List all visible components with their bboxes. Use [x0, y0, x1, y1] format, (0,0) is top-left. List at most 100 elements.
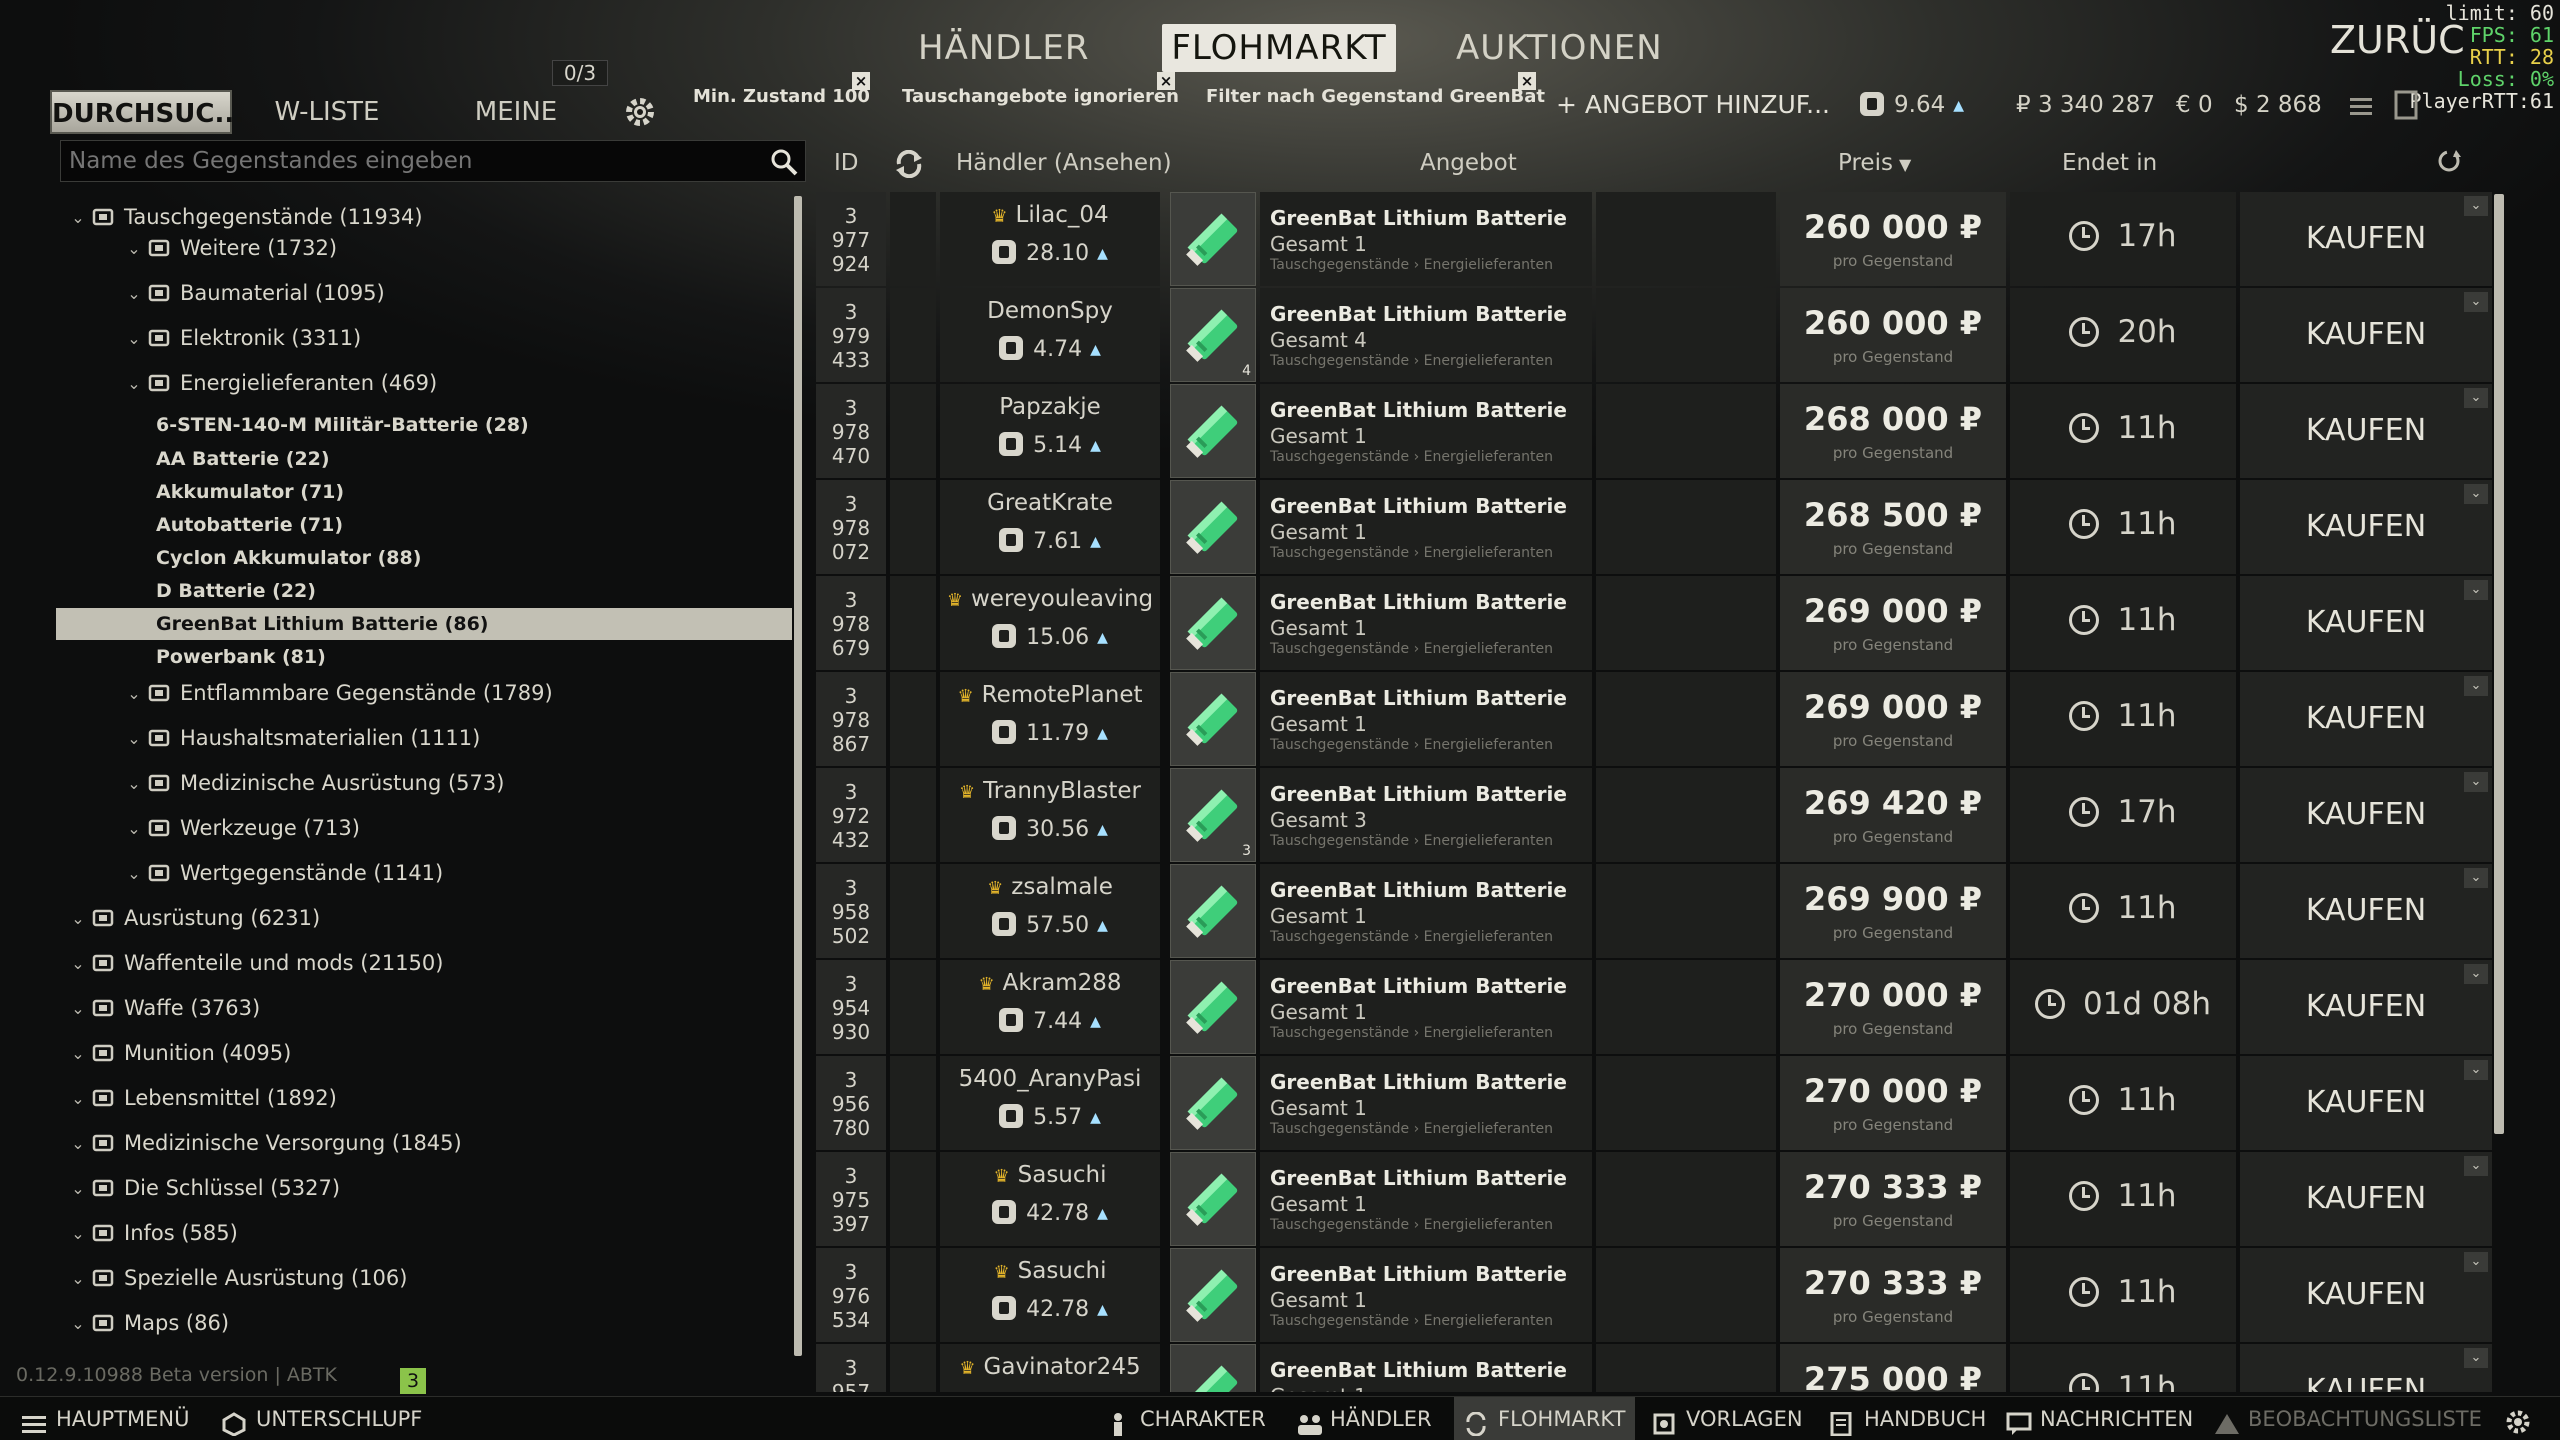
offer-item-name[interactable]: GreenBat Lithium Batterie: [1270, 1262, 1567, 1286]
filter-remove-close-icon[interactable]: ×: [1157, 72, 1175, 90]
nav-watchlist[interactable]: BEOBACHTUNGSLISTE: [2214, 1397, 2482, 1440]
auto-refresh-icon[interactable]: [2436, 148, 2462, 178]
tree-item[interactable]: ⌄ Lebensmittel (1892): [56, 1077, 792, 1119]
chevron-down-icon[interactable]: ⌄: [124, 329, 144, 348]
nav-handbook[interactable]: HANDBUCH: [1830, 1397, 1986, 1440]
trader-name[interactable]: 5400_AranyPasi: [940, 1066, 1160, 1092]
chevron-down-icon[interactable]: ⌄: [124, 729, 144, 748]
expand-chevron-down-icon[interactable]: ⌄: [2464, 676, 2488, 696]
search-icon[interactable]: [769, 147, 799, 181]
item-image[interactable]: [1170, 1152, 1256, 1246]
item-image[interactable]: [1170, 672, 1256, 766]
offer-item-name[interactable]: GreenBat Lithium Batterie: [1270, 590, 1567, 614]
tree-item[interactable]: GreenBat Lithium Batterie (86): [56, 608, 792, 640]
trader-cell[interactable]: ♛ Akram288 7.44 ▲: [940, 960, 1160, 1054]
expand-chevron-down-icon[interactable]: ⌄: [2464, 772, 2488, 792]
tree-item[interactable]: ⌄ Haushaltsmaterialien (1111): [56, 717, 792, 759]
trader-cell[interactable]: ♛ Sasuchi 42.78 ▲: [940, 1152, 1160, 1246]
item-image[interactable]: [1170, 1056, 1256, 1150]
item-image[interactable]: [1170, 384, 1256, 478]
offer-item-name[interactable]: GreenBat Lithium Batterie: [1270, 974, 1567, 998]
trader-cell[interactable]: 5400_AranyPasi 5.57 ▲: [940, 1056, 1160, 1150]
nav-templates[interactable]: VORLAGEN: [1652, 1397, 1803, 1440]
tree-item[interactable]: ⌄ Energielieferanten (469): [56, 362, 792, 404]
add-offer-button[interactable]: + ANGEBOT HINZUF...: [1556, 90, 1830, 119]
filter-remove-close-icon[interactable]: ×: [1518, 72, 1536, 90]
offer-item-name[interactable]: GreenBat Lithium Batterie: [1270, 494, 1567, 518]
expand-chevron-down-icon[interactable]: ⌄: [2464, 484, 2488, 504]
nav-main-menu[interactable]: HAUPTMENÜ: [22, 1397, 190, 1440]
item-image[interactable]: [1170, 576, 1256, 670]
item-image[interactable]: [1170, 480, 1256, 574]
column-trader[interactable]: Händler (Ansehen): [956, 150, 1172, 176]
tree-item[interactable]: ⌄ Waffenteile und mods (21150): [56, 942, 792, 984]
offers-scrollbar[interactable]: [2494, 194, 2504, 1134]
expand-chevron-down-icon[interactable]: ⌄: [2464, 1156, 2488, 1176]
chevron-down-icon[interactable]: ⌄: [124, 774, 144, 793]
item-image[interactable]: [1170, 960, 1256, 1054]
trader-name[interactable]: ♛ Gavinator245: [940, 1354, 1160, 1380]
tree-item[interactable]: D Batterie (22): [56, 575, 792, 607]
column-ends[interactable]: Endet in: [2062, 150, 2157, 176]
item-image[interactable]: [1170, 1344, 1256, 1392]
buy-button[interactable]: KAUFEN: [2240, 480, 2492, 574]
tree-item[interactable]: ⌄ Infos (585): [56, 1212, 792, 1254]
chevron-down-icon[interactable]: ⌄: [68, 999, 88, 1018]
offer-item-name[interactable]: GreenBat Lithium Batterie: [1270, 686, 1567, 710]
chevron-down-icon[interactable]: ⌄: [124, 819, 144, 838]
refresh-icon[interactable]: [894, 149, 924, 182]
buy-button[interactable]: KAUFEN: [2240, 288, 2492, 382]
tree-item[interactable]: ⌄ Wertgegenstände (1141): [56, 852, 792, 894]
expand-chevron-down-icon[interactable]: ⌄: [2464, 1348, 2488, 1368]
item-image[interactable]: [1170, 1248, 1256, 1342]
trader-name[interactable]: ♛ wereyouleaving: [940, 586, 1160, 612]
buy-button[interactable]: KAUFEN: [2240, 864, 2492, 958]
tree-item[interactable]: 6-STEN-140-M Militär-Batterie (28): [56, 409, 792, 441]
column-id[interactable]: ID: [834, 150, 859, 176]
chevron-down-icon[interactable]: ⌄: [68, 1134, 88, 1153]
trader-cell[interactable]: DemonSpy 4.74 ▲: [940, 288, 1160, 382]
offer-item-name[interactable]: GreenBat Lithium Batterie: [1270, 302, 1567, 326]
buy-button[interactable]: KAUFEN: [2240, 384, 2492, 478]
tree-item[interactable]: ⌄ Waffe (3763): [56, 987, 792, 1029]
column-offer[interactable]: Angebot: [1420, 150, 1517, 176]
tree-item[interactable]: ⌄ Medizinische Versorgung (1845): [56, 1122, 792, 1164]
trader-name[interactable]: ♛ Akram288: [940, 970, 1160, 996]
item-image[interactable]: [1170, 864, 1256, 958]
offer-item-name[interactable]: GreenBat Lithium Batterie: [1270, 878, 1567, 902]
settings-gear-icon[interactable]: [622, 94, 658, 134]
tree-item[interactable]: ⌄ Weitere (1732): [56, 227, 792, 269]
buy-button[interactable]: KAUFEN: [2240, 672, 2492, 766]
buy-button[interactable]: KAUFEN: [2240, 960, 2492, 1054]
tree-item[interactable]: ⌄ Munition (4095): [56, 1032, 792, 1074]
trader-name[interactable]: ♛ Lilac_04: [940, 202, 1160, 228]
chevron-down-icon[interactable]: ⌄: [68, 954, 88, 973]
trader-name[interactable]: ♛ Sasuchi: [940, 1258, 1160, 1284]
buy-button[interactable]: KAUFEN: [2240, 1056, 2492, 1150]
trader-cell[interactable]: ♛ TrannyBlaster 30.56 ▲: [940, 768, 1160, 862]
filter-ignore-barter[interactable]: Tauschangebote ignorieren: [902, 86, 1179, 107]
chevron-down-icon[interactable]: ⌄: [68, 1044, 88, 1063]
nav-character[interactable]: CHARAKTER: [1106, 1397, 1266, 1440]
chevron-down-icon[interactable]: ⌄: [68, 1179, 88, 1198]
category-scrollbar[interactable]: [794, 196, 802, 1356]
chevron-down-icon[interactable]: ⌄: [68, 1089, 88, 1108]
tree-item[interactable]: ⌄ Spezielle Ausrüstung (106): [56, 1257, 792, 1299]
trader-name[interactable]: DemonSpy: [940, 298, 1160, 324]
chevron-down-icon[interactable]: ⌄: [124, 864, 144, 883]
trader-cell[interactable]: ♛ Gavinator245: [940, 1344, 1160, 1392]
expand-chevron-down-icon[interactable]: ⌄: [2464, 964, 2488, 984]
trader-name[interactable]: ♛ RemotePlanet: [940, 682, 1160, 708]
tree-item[interactable]: AA Batterie (22): [56, 443, 792, 475]
filter-remove-close-icon[interactable]: ×: [852, 72, 870, 90]
buy-button[interactable]: KAUFEN: [2240, 1152, 2492, 1246]
column-price[interactable]: Preis ▼: [1838, 150, 1911, 176]
nav-hideout[interactable]: UNTERSCHLUPF: [222, 1397, 422, 1440]
tree-item[interactable]: ⌄ Ausrüstung (6231): [56, 897, 792, 939]
tab-traders[interactable]: HÄNDLER: [918, 24, 1089, 72]
trader-name[interactable]: Papzakje: [940, 394, 1160, 420]
expand-chevron-down-icon[interactable]: ⌄: [2464, 196, 2488, 216]
tab-my-offers[interactable]: MEINE ANGE...: [428, 90, 604, 171]
chevron-down-icon[interactable]: ⌄: [68, 1314, 88, 1333]
trader-name[interactable]: GreatKrate: [940, 490, 1160, 516]
